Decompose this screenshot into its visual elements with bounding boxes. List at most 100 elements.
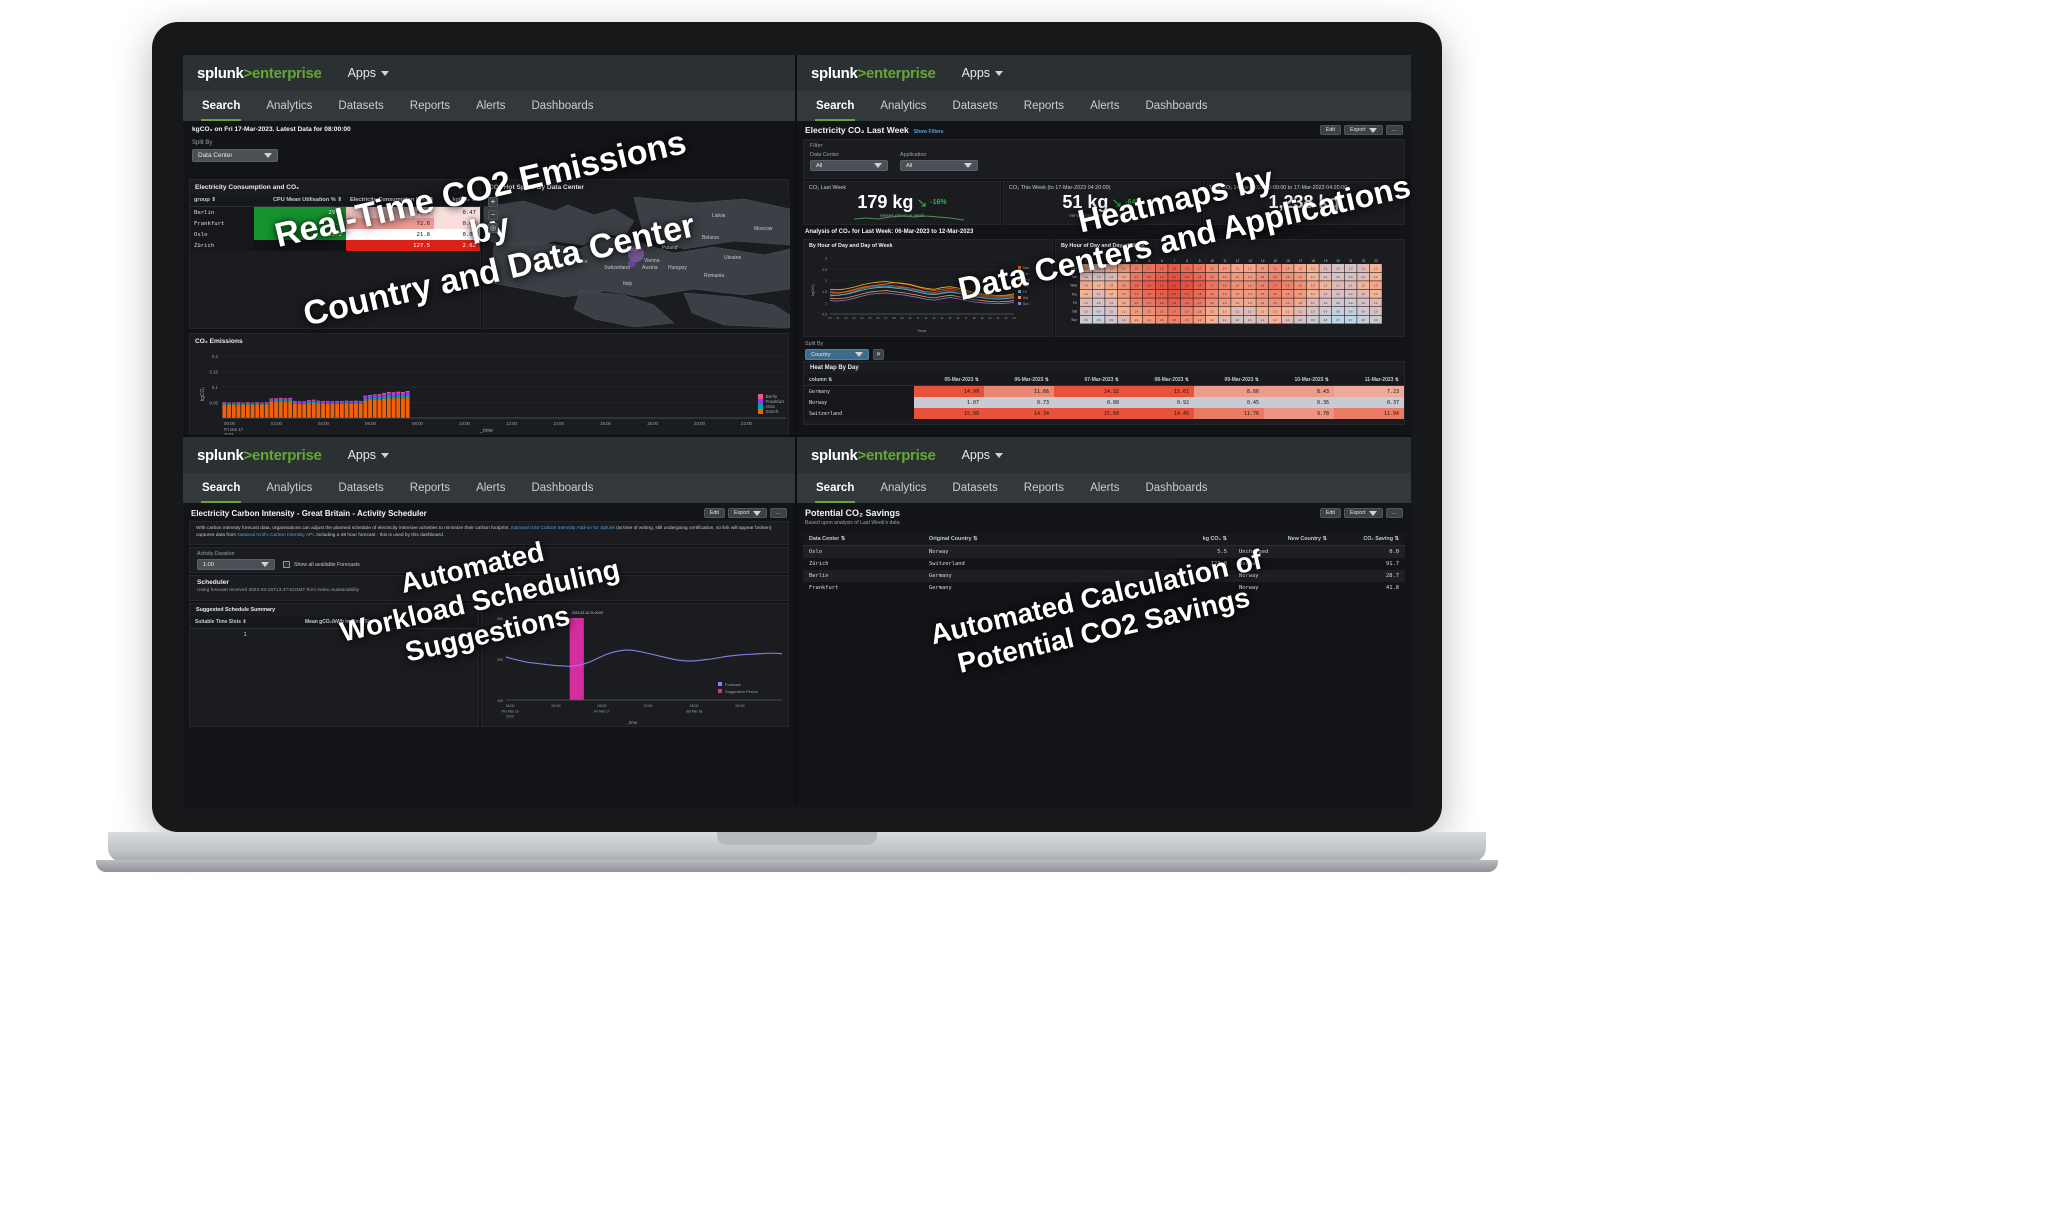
nav-reports[interactable]: Reports bbox=[397, 473, 463, 503]
show-forecasts-checkbox[interactable] bbox=[283, 561, 290, 568]
apps-menu[interactable]: Apps bbox=[962, 66, 1004, 80]
clear-split-by-icon[interactable]: ✕ bbox=[873, 349, 884, 360]
heatmap-cell-value: 0.8 bbox=[1361, 318, 1365, 322]
nav-analytics[interactable]: Analytics bbox=[253, 473, 325, 503]
nav-analytics[interactable]: Analytics bbox=[867, 473, 939, 503]
map-reset-icon[interactable]: ◎ bbox=[488, 223, 498, 233]
chart1-legend[interactable]: Berlin Frankfurt Oslo Zürich bbox=[757, 394, 784, 414]
col-09-mar-2023[interactable]: 09-Mar-2023 ⇅ bbox=[1194, 374, 1264, 386]
splunk-logo[interactable]: splunk>enterprise bbox=[811, 447, 936, 464]
nav-dashboards[interactable]: Dashboards bbox=[518, 473, 606, 503]
apps-menu[interactable]: Apps bbox=[348, 66, 390, 80]
col-kg-co-[interactable]: kg CO₂ ⇅ bbox=[1143, 533, 1233, 546]
heatmap-cell-value: 1.0 bbox=[1361, 301, 1365, 305]
nav-search[interactable]: Search bbox=[189, 473, 253, 503]
nav-search[interactable]: Search bbox=[803, 473, 867, 503]
col-07-mar-2023[interactable]: 07-Mar-2023 ⇅ bbox=[1054, 374, 1124, 386]
col-original-country[interactable]: Original Country ⇅ bbox=[923, 533, 1143, 546]
hour-day-line-chart[interactable]: 0.5 1 1.5 2 2.5 3 00 01 02 03 04 05 06 07 08 09 10 11 12 13… bbox=[804, 252, 1054, 336]
col-new-country[interactable]: New Country ⇅ bbox=[1233, 533, 1333, 546]
splunk-logo[interactable]: splunk>enterprise bbox=[811, 65, 936, 82]
col-10-mar-2023[interactable]: 10-Mar-2023 ⇅ bbox=[1264, 374, 1334, 386]
table-row[interactable]: Oslo 26.2 21.8 0.05 bbox=[190, 229, 480, 240]
nav-alerts[interactable]: Alerts bbox=[1077, 473, 1132, 503]
edit-button-4[interactable]: Edit bbox=[1319, 508, 1342, 518]
map-zoom-out-icon[interactable]: − bbox=[488, 210, 498, 220]
apps-menu[interactable]: Apps bbox=[962, 448, 1004, 462]
heatmap-x-tick: 6 bbox=[1161, 259, 1163, 263]
splunk-logo[interactable]: splunk>enterprise bbox=[197, 65, 322, 82]
description-link-1[interactable]: National Grid Carbon Intensity Add-on fo… bbox=[511, 526, 615, 531]
nav-datasets[interactable]: Datasets bbox=[325, 91, 396, 121]
cell-value: 11.94 bbox=[1334, 408, 1404, 419]
col-kgco2[interactable]: kgCO₂ ⇕ bbox=[434, 194, 480, 207]
nav-datasets[interactable]: Datasets bbox=[325, 473, 396, 503]
table-row[interactable]: Zürich Switzerland 123.8 Norway 91.7 bbox=[803, 558, 1405, 570]
nav-reports[interactable]: Reports bbox=[1011, 91, 1077, 121]
nav-datasets[interactable]: Datasets bbox=[939, 473, 1010, 503]
col-co-saving[interactable]: CO₂ Saving ⇅ bbox=[1333, 533, 1405, 546]
col-mean-gco2[interactable]: Mean gCO₂/kWh in Time Slot bbox=[300, 616, 478, 629]
nav-analytics[interactable]: Analytics bbox=[867, 91, 939, 121]
nav-datasets[interactable]: Datasets bbox=[939, 91, 1010, 121]
map-zoom-in-icon[interactable]: + bbox=[488, 197, 498, 207]
scheduler-section: Scheduler Using forecast received 2023-0… bbox=[189, 575, 789, 601]
co2-emissions-stacked-bar-chart[interactable]: 0.050.10.150.2 00:00Fri Mar 17202302:00 0… bbox=[190, 350, 790, 435]
europe-map[interactable]: Latvia Moscow Belarus Germany Poland Ukr… bbox=[484, 197, 790, 328]
edit-button-2[interactable]: Edit bbox=[1319, 125, 1342, 135]
table-row[interactable]: Germany 14.99 11.66 14.32 15.61 8.66 8.43 7.23 bbox=[804, 385, 1404, 397]
nav-search[interactable]: Search bbox=[803, 91, 867, 121]
export-button-2[interactable]: Export bbox=[1344, 125, 1383, 135]
nav-reports[interactable]: Reports bbox=[397, 91, 463, 121]
nav-alerts[interactable]: Alerts bbox=[463, 91, 518, 121]
table-row[interactable]: 1 bbox=[190, 629, 478, 642]
table-row[interactable]: Frankfurt 25.2 72.6 0.69 bbox=[190, 218, 480, 229]
edit-button-3[interactable]: Edit bbox=[703, 508, 726, 518]
col-06-mar-2023[interactable]: 06-Mar-2023 ⇅ bbox=[984, 374, 1054, 386]
col-data-center[interactable]: Data Center ⇅ bbox=[803, 533, 923, 546]
table-row[interactable]: Frankfurt Germany Norway 41.8 bbox=[803, 582, 1405, 594]
show-filters-link[interactable]: Show Filters bbox=[914, 129, 944, 135]
split-by-dropdown-2[interactable]: Country bbox=[805, 349, 869, 360]
split-by-dropdown-1[interactable]: Data Center bbox=[192, 149, 278, 162]
nav-alerts[interactable]: Alerts bbox=[1077, 91, 1132, 121]
nav-dashboards[interactable]: Dashboards bbox=[1132, 91, 1220, 121]
more-button-3[interactable]: … bbox=[769, 508, 787, 518]
carbon-intensity-forecast-chart[interactable]: 100 200 300 18:00 00:00 06:00 12:00 18:00 00:00… bbox=[482, 604, 790, 728]
apps-menu[interactable]: Apps bbox=[348, 448, 390, 462]
duration-dropdown[interactable]: 1:00 bbox=[197, 559, 275, 570]
filter-dropdown-data-center[interactable]: All bbox=[810, 160, 888, 171]
col-time-slots[interactable]: Suitable Time Slots ⇕ bbox=[190, 616, 300, 629]
heatmap-cell-value: 1.0 bbox=[1298, 318, 1302, 322]
nav-analytics[interactable]: Analytics bbox=[253, 91, 325, 121]
table-row[interactable]: Oslo Norway 5.5 Unchanged 0.0 bbox=[803, 545, 1405, 558]
table-row[interactable]: Berlin Germany Norway 28.7 bbox=[803, 570, 1405, 582]
x-tick: 22:00 bbox=[741, 421, 753, 426]
nav-reports[interactable]: Reports bbox=[1011, 473, 1077, 503]
more-button-2[interactable]: … bbox=[1385, 125, 1403, 135]
filter-dropdown-application[interactable]: All bbox=[900, 160, 978, 171]
apps-label: Apps bbox=[347, 448, 377, 462]
col-column[interactable]: column ⇅ bbox=[804, 374, 914, 386]
description-link-2[interactable]: National Grid's Carbon Intensity API bbox=[237, 533, 313, 538]
nav-dashboards[interactable]: Dashboards bbox=[1132, 473, 1220, 503]
table-row[interactable]: Berlin 29.2 49.4 0.47 bbox=[190, 206, 480, 218]
more-button-4[interactable]: … bbox=[1385, 508, 1403, 518]
col-08-mar-2023[interactable]: 08-Mar-2023 ⇅ bbox=[1124, 374, 1194, 386]
heatmap-cell-value: 0.9 bbox=[1097, 309, 1101, 313]
col-kwh[interactable]: Electricity Consumption kWh ⇕ bbox=[346, 194, 434, 207]
hour-day-heatmap[interactable]: 0 1 2 3 4 5 6 7 8 9 10 11 12 13 14 15 16 17 18 19 20 21 22 23Mo… bbox=[1056, 252, 1406, 336]
export-button-3[interactable]: Export bbox=[728, 508, 767, 518]
table-row[interactable]: Switzerland 15.08 14.34 15.60 14.45 11.76 9.78… bbox=[804, 408, 1404, 419]
splunk-logo[interactable]: splunk>enterprise bbox=[197, 447, 322, 464]
nav-alerts[interactable]: Alerts bbox=[463, 473, 518, 503]
table-row[interactable]: Zürich 127.5 2.62 bbox=[190, 240, 480, 251]
table-row[interactable]: Norway 1.07 0.73 0.88 0.92 0.45 0.36 0.37 bbox=[804, 397, 1404, 408]
nav-search[interactable]: Search bbox=[189, 91, 253, 121]
nav-dashboards[interactable]: Dashboards bbox=[518, 91, 606, 121]
col-group[interactable]: group ⇕ bbox=[190, 194, 254, 207]
col-11-mar-2023[interactable]: 11-Mar-2023 ⇅ bbox=[1334, 374, 1404, 386]
col-cpu[interactable]: CPU Mean Utilisation % ⇕ bbox=[254, 194, 346, 207]
col-05-mar-2023[interactable]: 05-Mar-2023 ⇅ bbox=[914, 374, 984, 386]
export-button-4[interactable]: Export bbox=[1344, 508, 1383, 518]
